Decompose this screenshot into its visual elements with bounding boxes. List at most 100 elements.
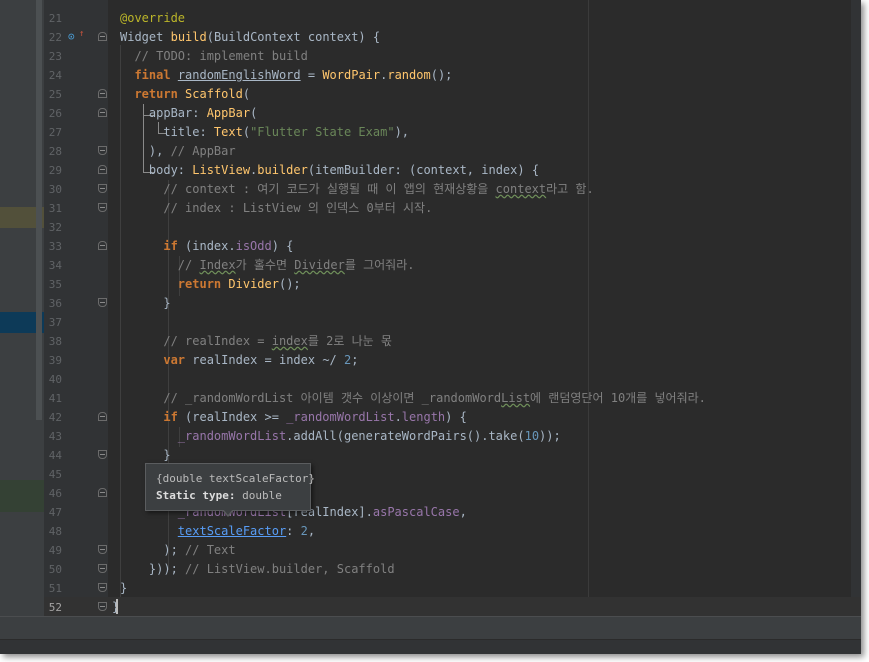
code-line[interactable]: 22 ⊙ ↑ Widget build(BuildContext context) { [44,28,861,47]
fold-marker-icon[interactable] [98,89,107,98]
line-number: 45 [48,468,62,481]
line-number: 42 [48,411,62,424]
code-line[interactable]: 27 title: Text("Flutter State Exam"), [44,123,861,142]
code-line[interactable]: 50 })); // ListView.builder, Scaffold [44,560,861,579]
quick-doc-tooltip: {double textScaleFactor} Static type: do… [145,463,315,511]
code-line[interactable]: 23 // TODO: implement build [44,47,861,66]
code-line[interactable]: 21 @override [44,9,861,28]
code-text: } [120,581,128,595]
tooltip-signature: {double textScaleFactor} [156,472,315,485]
code-line[interactable]: 34 // Index가 홀수면 Divider를 그어줘라. [44,256,861,275]
code-text: _randomWordList.addAll(generateWordPairs… [177,429,561,443]
line-number: 26 [48,107,62,120]
line-number: 49 [48,544,62,557]
code-line[interactable]: 51} [44,579,861,598]
fold-marker-icon[interactable] [98,412,107,421]
fold-marker-icon[interactable] [98,108,107,117]
code-text: appBar: AppBar( [120,106,258,120]
status-bar [0,616,861,654]
code-text: } [120,296,171,310]
fold-marker-icon[interactable] [98,184,107,193]
code-line[interactable]: 40 [44,370,861,389]
code-text: return Divider(); [177,277,301,291]
line-number: 36 [48,297,62,310]
code-line[interactable]: 42 if (realIndex >= _randomWordList.leng… [44,408,861,427]
code-text: body: ListView.builder(itemBuilder: (con… [120,163,540,177]
line-number: 22 [48,31,62,44]
code-line[interactable]: 37 [44,313,861,332]
line-number: 23 [48,50,62,63]
line-number: 21 [48,12,62,25]
code-line[interactable]: 31 // index : ListView 의 인덱스 0부터 시작. [44,199,861,218]
fold-marker-icon[interactable] [98,488,107,497]
code-text: // _randomWordList 아이템 갯수 이상이면 _randomWo… [163,391,706,405]
fold-marker-icon[interactable] [98,165,107,174]
line-number: 41 [48,392,62,405]
line-number: 50 [48,563,62,576]
project-tool-strip[interactable] [0,0,44,616]
code-line[interactable]: 29 body: ListView.builder(itemBuilder: (… [44,161,861,180]
line-number: 51 [48,582,62,595]
fold-marker-icon[interactable] [98,583,107,592]
line-number: 44 [48,449,62,462]
code-line[interactable]: 48 textScaleFactor: 2, [44,522,861,541]
fold-marker-icon[interactable] [98,32,107,41]
code-line[interactable]: 39 var realIndex = index ~/ 2; [44,351,861,370]
code-text: @override [120,11,186,25]
code-text: // Index가 홀수면 Divider를 그어줘라. [177,258,415,272]
line-number: 38 [48,335,62,348]
text-caret [116,599,118,614]
status-bar-bottom [0,639,861,654]
code-text: if (index.isOdd) { [163,239,294,253]
code-line[interactable]: 36 } [44,294,861,313]
code-text: if (realIndex >= _randomWordList.length)… [163,410,467,424]
code-text: ); // Text [120,543,236,557]
code-text: var realIndex = index ~/ 2; [163,353,359,367]
fold-marker-icon[interactable] [98,564,107,573]
fold-marker-icon[interactable] [98,602,107,611]
code-line[interactable]: 52} [44,598,861,617]
line-number: 52 [48,601,62,614]
fold-marker-icon[interactable] [98,450,107,459]
code-line[interactable]: 38 // realIndex = index를 2로 나눈 몫 [44,332,861,351]
code-text: // realIndex = index를 2로 나눈 몫 [163,334,392,348]
ide-window: 21 @override 22 ⊙ ↑ Widget build(BuildContext… [0,0,861,654]
code-line[interactable]: 41 // _randomWordList 아이템 갯수 이상이면 _rando… [44,389,861,408]
strip-scrollbar-thumb[interactable] [36,0,42,420]
code-line[interactable]: 33 if (index.isOdd) { [44,237,861,256]
code-line[interactable]: 28 ), // AppBar [44,142,861,161]
line-number: 35 [48,278,62,291]
line-number: 40 [48,373,62,386]
tooltip-pointer [222,509,234,517]
code-line[interactable]: 25 return Scaffold( [44,85,861,104]
line-number: 34 [48,259,62,272]
code-text: // index : ListView 의 인덱스 0부터 시작. [163,201,433,215]
line-number: 25 [48,88,62,101]
fold-marker-icon[interactable] [98,298,107,307]
code-text: })); // ListView.builder, Scaffold [120,562,395,576]
code-line[interactable]: 32 [44,218,861,237]
fold-marker-icon[interactable] [98,146,107,155]
code-text: final randomEnglishWord = WordPair.rando… [134,68,453,82]
tooltip-static-type-label: Static type: [156,489,236,502]
line-number: 37 [48,316,62,329]
fold-marker-icon[interactable] [98,545,107,554]
line-number: 47 [48,506,62,519]
line-number: 29 [48,164,62,177]
line-number: 28 [48,145,62,158]
line-number: 27 [48,126,62,139]
code-line[interactable]: 49 ); // Text [44,541,861,560]
override-arrow-icon: ↑ [79,29,85,39]
fold-marker-icon[interactable] [98,203,107,212]
code-line[interactable]: 35 return Divider(); [44,275,861,294]
line-number: 24 [48,69,62,82]
code-line[interactable]: 30 // context : 여기 코드가 실행될 때 이 앱의 현재상황을 … [44,180,861,199]
code-line[interactable]: 43 _randomWordList.addAll(generateWordPa… [44,427,861,446]
code-line[interactable]: 26 appBar: AppBar( [44,104,861,123]
fold-marker-icon[interactable] [98,241,107,250]
code-text: return Scaffold( [134,87,251,101]
code-line[interactable]: 24 final randomEnglishWord = WordPair.ra… [44,66,861,85]
code-text: // context : 여기 코드가 실행될 때 이 앱의 현재상황을 con… [163,182,594,196]
line-number: 33 [48,240,62,253]
line-number: 43 [48,430,62,443]
